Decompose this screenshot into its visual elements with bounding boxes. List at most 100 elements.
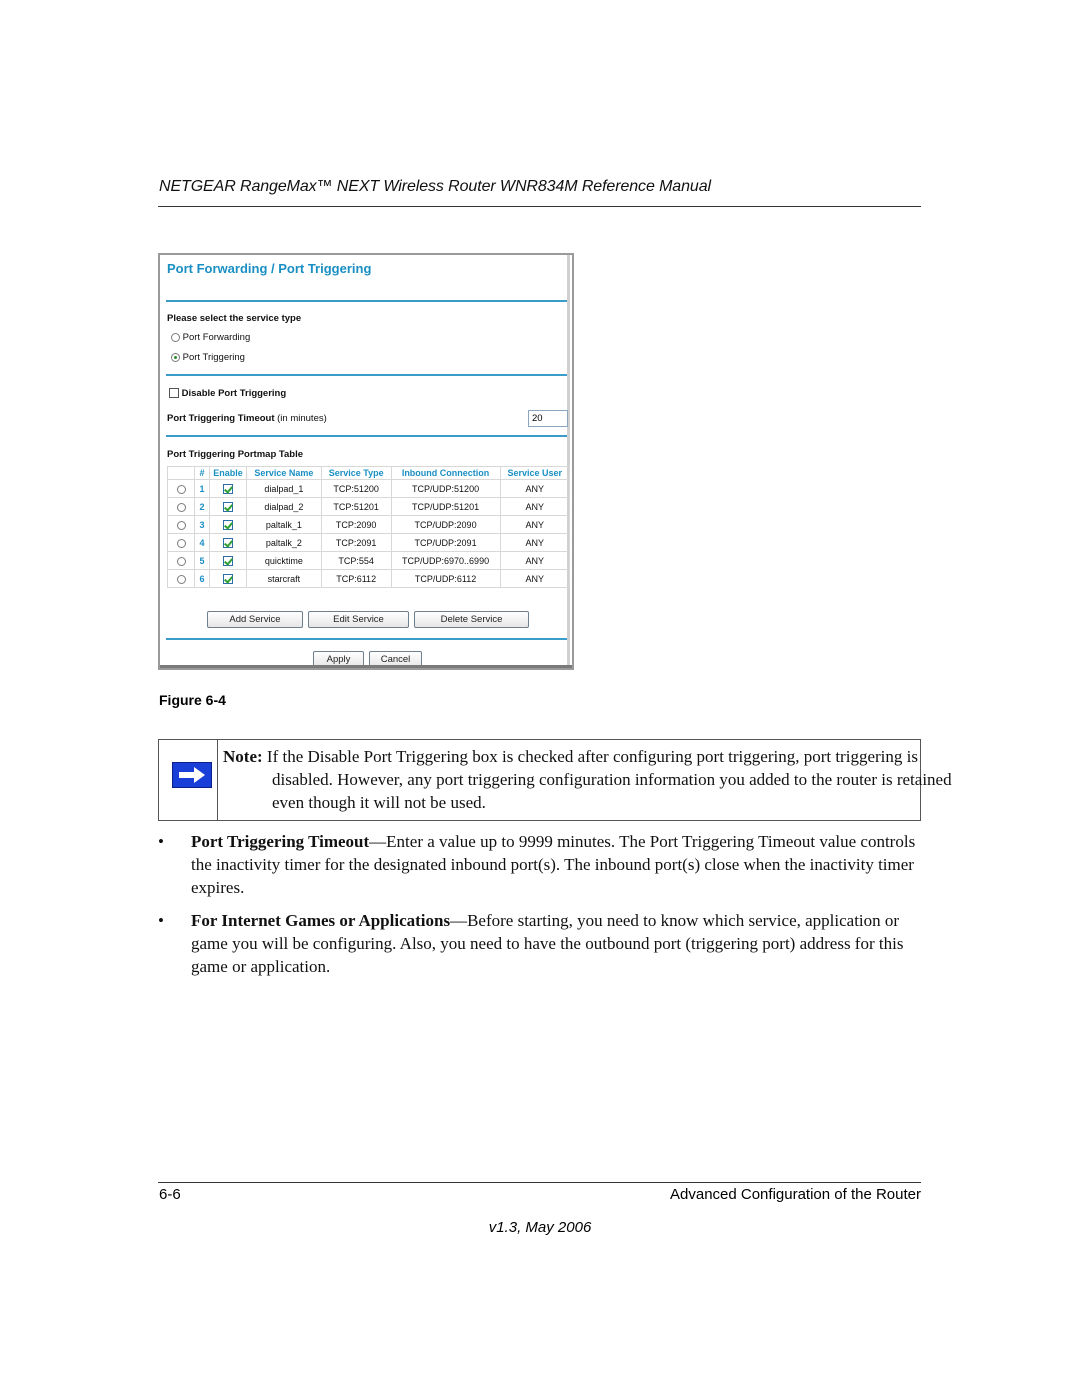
- radio-port-forwarding-label: Port Forwarding: [182, 332, 251, 343]
- col-select: [167, 466, 195, 480]
- row-service-user: ANY: [499, 533, 571, 552]
- row-enable[interactable]: [209, 479, 247, 498]
- radio-port-triggering[interactable]: Port Triggering: [171, 352, 245, 363]
- row-enable[interactable]: [209, 515, 247, 534]
- col-service-type: Service Type: [320, 466, 392, 480]
- row-radio[interactable]: [176, 484, 186, 494]
- bullet-term: For Internet Games or Applications: [191, 911, 451, 930]
- bullet-term: Port Triggering Timeout: [191, 832, 370, 851]
- timeout-label: Port Triggering Timeout (in minutes): [167, 413, 327, 424]
- row-service-user: ANY: [499, 569, 571, 588]
- row-service-type: TCP:51200: [320, 479, 392, 498]
- row-enable-checkbox[interactable]: [223, 483, 233, 494]
- manual-header-title: NETGEAR RangeMax™ NEXT Wireless Router W…: [159, 178, 711, 195]
- arrow-right-icon: [172, 762, 212, 788]
- row-enable[interactable]: [209, 551, 247, 570]
- row-enable-checkbox[interactable]: [223, 501, 233, 512]
- row-service-name: paltalk_2: [246, 533, 322, 552]
- row-radio[interactable]: [176, 520, 186, 530]
- timeout-label-unit: (in minutes): [274, 413, 327, 424]
- row-service-name: starcraft: [246, 569, 322, 588]
- row-service-type: TCP:2091: [320, 533, 392, 552]
- note-text: Note: If the Disable Port Triggering box…: [223, 745, 962, 814]
- bullet-dot: •: [158, 832, 164, 851]
- figure-label: Figure 6-4: [159, 692, 226, 708]
- add-service-button[interactable]: Add Service: [207, 611, 303, 628]
- header-rule: [158, 206, 921, 207]
- row-number: 6: [194, 569, 210, 588]
- note-divider: [217, 740, 218, 820]
- page-number: 6-6: [159, 1186, 181, 1203]
- row-enable-checkbox[interactable]: [223, 537, 233, 548]
- note-lead: Note:: [223, 747, 263, 766]
- row-inbound-connection: TCP/UDP:6112: [390, 569, 501, 588]
- row-inbound-connection: TCP/UDP:2091: [390, 533, 501, 552]
- row-select-radio[interactable]: [167, 497, 195, 516]
- row-enable-checkbox[interactable]: [223, 573, 233, 584]
- edit-service-button[interactable]: Edit Service: [308, 611, 409, 628]
- row-enable-checkbox[interactable]: [223, 519, 233, 530]
- row-inbound-connection: TCP/UDP:51201: [390, 497, 501, 516]
- scrollbar: [567, 255, 570, 668]
- screenshot-bottom-border: [160, 665, 572, 668]
- row-radio[interactable]: [176, 502, 186, 512]
- disable-port-triggering[interactable]: Disable Port Triggering: [169, 388, 286, 399]
- bullet-item: • For Internet Games or Applications—Bef…: [158, 909, 921, 978]
- row-enable[interactable]: [209, 569, 247, 588]
- row-service-user: ANY: [499, 515, 571, 534]
- row-number: 4: [194, 533, 210, 552]
- row-number: 3: [194, 515, 210, 534]
- row-service-type: TCP:2090: [320, 515, 392, 534]
- row-select-radio[interactable]: [167, 479, 195, 498]
- portmap-table: # Enable Service Name Service Type Inbou…: [167, 466, 571, 588]
- row-radio[interactable]: [176, 556, 186, 566]
- row-service-user: ANY: [499, 497, 571, 516]
- portmap-table-title: Port Triggering Portmap Table: [167, 449, 304, 460]
- radio-port-forwarding[interactable]: Port Forwarding: [171, 332, 250, 343]
- row-select-radio[interactable]: [167, 515, 195, 534]
- disable-port-triggering-label: Disable Port Triggering: [181, 388, 287, 399]
- row-inbound-connection: TCP/UDP:6970..6990: [390, 551, 501, 570]
- row-inbound-connection: TCP/UDP:2090: [390, 515, 501, 534]
- row-select-radio[interactable]: [167, 533, 195, 552]
- col-number: #: [194, 466, 210, 480]
- row-number: 2: [194, 497, 210, 516]
- router-screenshot: Port Forwarding / Port Triggering Please…: [158, 253, 574, 670]
- footer-rule: [158, 1182, 921, 1183]
- row-radio[interactable]: [176, 574, 186, 584]
- col-inbound-connection: Inbound Connection: [390, 466, 501, 480]
- row-radio[interactable]: [176, 538, 186, 548]
- divider: [166, 300, 567, 302]
- row-service-user: ANY: [499, 479, 571, 498]
- footer-section: Advanced Configuration of the Router: [670, 1186, 921, 1203]
- col-enable: Enable: [209, 466, 247, 480]
- divider: [166, 435, 567, 437]
- row-enable-checkbox[interactable]: [223, 555, 233, 566]
- radio-port-forwarding-input[interactable]: [171, 332, 180, 342]
- delete-service-button[interactable]: Delete Service: [414, 611, 529, 628]
- radio-port-triggering-input[interactable]: [171, 352, 180, 362]
- row-enable[interactable]: [209, 497, 247, 516]
- table-row: 3 paltalk_1 TCP:2090 TCP/UDP:2090 ANY: [167, 515, 571, 534]
- disable-port-triggering-checkbox[interactable]: [169, 388, 179, 399]
- row-select-radio[interactable]: [167, 551, 195, 570]
- bullet-item: • Port Triggering Timeout—Enter a value …: [158, 830, 921, 899]
- row-service-name: dialpad_1: [246, 479, 322, 498]
- screenshot-title: Port Forwarding / Port Triggering: [167, 261, 372, 276]
- row-service-name: dialpad_2: [246, 497, 322, 516]
- row-select-radio[interactable]: [167, 569, 195, 588]
- table-row: 6 starcraft TCP:6112 TCP/UDP:6112 ANY: [167, 569, 571, 588]
- row-number: 1: [194, 479, 210, 498]
- row-enable[interactable]: [209, 533, 247, 552]
- note-box: Note: If the Disable Port Triggering box…: [158, 739, 952, 821]
- timeout-input[interactable]: [528, 410, 568, 427]
- col-service-name: Service Name: [246, 466, 322, 480]
- table-row: 4 paltalk_2 TCP:2091 TCP/UDP:2091 ANY: [167, 533, 571, 552]
- divider: [166, 638, 567, 640]
- table-header-row: # Enable Service Name Service Type Inbou…: [167, 466, 571, 480]
- row-inbound-connection: TCP/UDP:51200: [390, 479, 501, 498]
- table-row: 1 dialpad_1 TCP:51200 TCP/UDP:51200 ANY: [167, 479, 571, 498]
- row-number: 5: [194, 551, 210, 570]
- row-service-type: TCP:51201: [320, 497, 392, 516]
- footer-version: v1.3, May 2006: [488, 1219, 592, 1236]
